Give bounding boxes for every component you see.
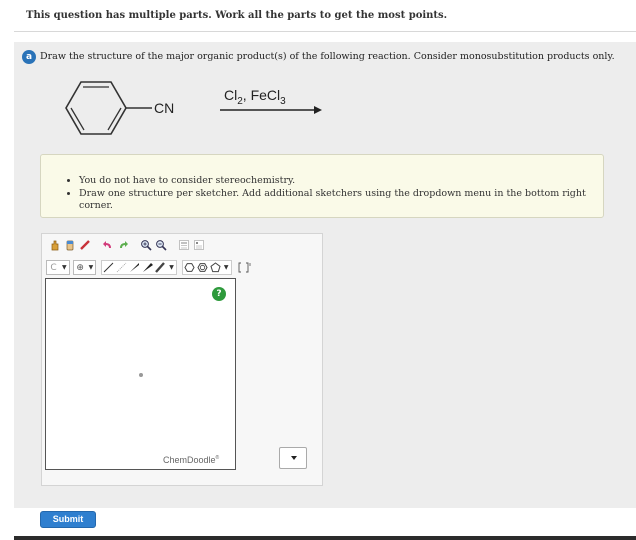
double-bond-icon[interactable] (154, 261, 167, 274)
benzene-icon[interactable] (196, 261, 209, 274)
bold-bond-icon[interactable] (128, 261, 141, 274)
hand-icon[interactable] (48, 238, 61, 251)
reagent-label: Cl2, FeCl3 (224, 87, 286, 107)
bond-tools: ▼ (101, 260, 177, 275)
cyclohexane-icon[interactable] (183, 261, 196, 274)
sketcher-toolbar-bottom: C ▼ ⊕ ▼ ▼ ▼ (46, 259, 253, 276)
undo-icon[interactable] (101, 238, 114, 251)
reaction-scheme: CN Cl2, FeCl3 (65, 81, 322, 135)
substituent-label: CN (154, 100, 174, 116)
submit-button[interactable]: Submit (40, 511, 96, 528)
zoom-out-icon[interactable] (154, 238, 167, 251)
chevron-down-icon[interactable]: ▼ (222, 264, 231, 271)
sketcher-toolbar-top (48, 238, 205, 252)
add-sketcher-dropdown[interactable] (279, 447, 307, 469)
element-label: C (50, 262, 57, 273)
element-selector[interactable]: C ▼ (46, 260, 70, 275)
cyclopentane-icon[interactable] (209, 261, 222, 274)
question-text: Draw the structure of the major organic … (40, 51, 615, 62)
charge-selector[interactable]: ⊕ ▼ (72, 260, 97, 275)
periodic-table-icon[interactable] (192, 238, 205, 251)
charge-plus-icon: ⊕ (76, 262, 84, 273)
eraser-icon[interactable] (63, 238, 76, 251)
part-badge: a (22, 50, 36, 64)
canvas-cursor-dot (139, 373, 143, 377)
sketcher-canvas[interactable]: ? ChemDoodle® (45, 278, 236, 470)
chemdoodle-brand: ChemDoodle® (163, 455, 220, 465)
info-list: You do not have to consider stereochemis… (65, 175, 603, 213)
chevron-down-icon[interactable]: ▼ (167, 264, 176, 271)
bold-wedge-icon[interactable] (141, 261, 154, 274)
info-item: Draw one structure per sketcher. Add add… (79, 188, 603, 213)
info-item: You do not have to consider stereochemis… (79, 175, 603, 188)
wedge-bond-icon[interactable] (115, 261, 128, 274)
chevron-down-icon: ▼ (62, 264, 67, 271)
divider (14, 31, 636, 32)
redo-icon[interactable] (116, 238, 129, 251)
reaction-arrow-icon (220, 106, 322, 114)
zoom-in-icon[interactable] (139, 238, 152, 251)
footer-rule (14, 536, 636, 540)
instructions-heading: This question has multiple parts. Work a… (26, 10, 448, 21)
toolbar-separator (93, 238, 99, 252)
chevron-down-icon (291, 456, 297, 460)
chevron-down-icon: ▼ (88, 264, 94, 271)
info-box: You do not have to consider stereochemis… (40, 154, 604, 218)
help-icon[interactable]: ? (212, 287, 226, 301)
single-bond-icon[interactable] (102, 261, 115, 274)
toolbar-separator (131, 238, 137, 252)
ring-tools: ▼ (181, 260, 232, 275)
bracket-tool-icon[interactable] (237, 261, 253, 274)
pen-icon[interactable] (78, 238, 91, 251)
toolbar-separator (169, 238, 175, 252)
clean-icon[interactable] (177, 238, 190, 251)
benzene-ring-icon (65, 81, 152, 135)
